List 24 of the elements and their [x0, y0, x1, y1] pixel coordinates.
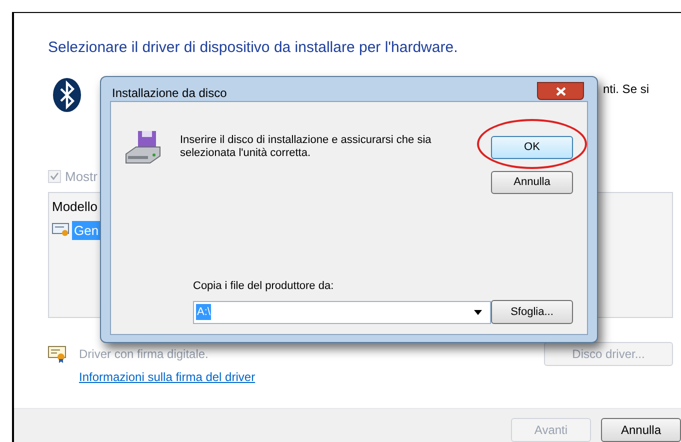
certificate-icon	[52, 222, 70, 238]
footer-button[interactable]: Annulla	[601, 418, 681, 442]
dropdown-arrow-icon	[474, 310, 482, 314]
bluetooth-icon	[52, 78, 82, 112]
close-button[interactable]	[537, 82, 584, 100]
copy-from-label: Copia i file del produttore da:	[193, 278, 334, 294]
check-icon	[50, 172, 59, 180]
page-heading: Selezionare il driver di dispositivo da installare per l'hardware.	[48, 38, 458, 58]
close-icon	[556, 86, 566, 96]
model-item[interactable]: Gen	[72, 220, 101, 240]
certificate-icon	[48, 346, 67, 362]
dialog-title: Installazione da disco	[112, 85, 227, 102]
dialog-button[interactable]: OK	[491, 136, 573, 159]
signature-status-text: Driver con firma digitale.	[79, 346, 208, 363]
signature-info-link[interactable]: Informazioni sulla firma del driver	[79, 368, 256, 386]
checkbox-label: Mostr	[65, 168, 98, 186]
dialog-button[interactable]: Annulla	[491, 170, 573, 194]
path-combobox[interactable]: A:\	[193, 300, 491, 324]
dialog-message: Inserire il disco di installazione e assicurarsi che sia selezionata l'unità corretta.	[180, 134, 432, 160]
column-header: Modello	[51, 198, 99, 216]
browse-button[interactable]: Sfoglia...	[491, 300, 573, 324]
floppy-drive-icon	[124, 130, 162, 166]
description-text: nti. Se si	[602, 80, 649, 98]
path-value: A:\	[196, 304, 212, 320]
